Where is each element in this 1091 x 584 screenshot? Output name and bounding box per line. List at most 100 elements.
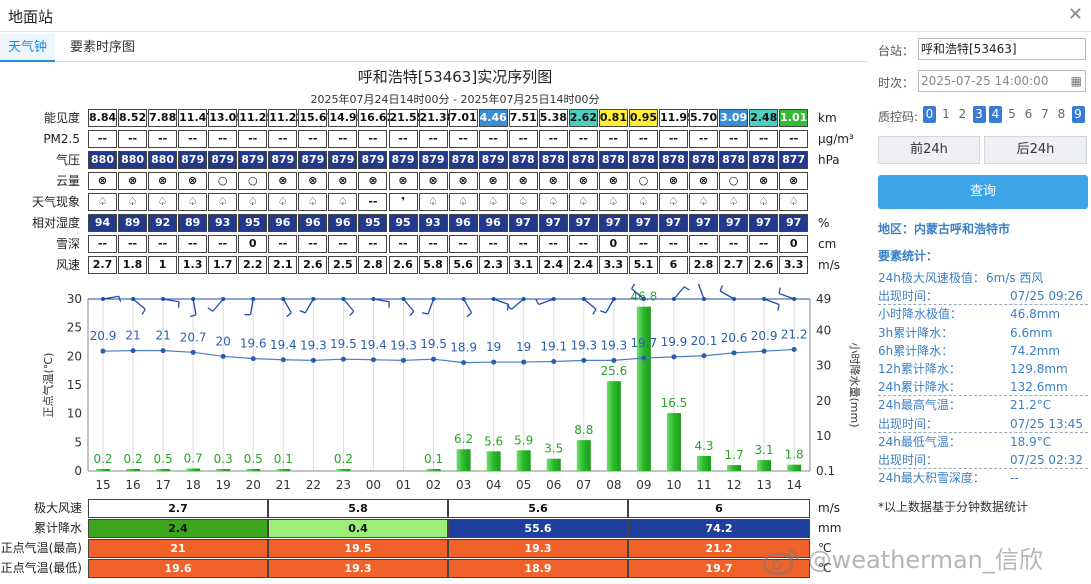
stat-key: 24h极大风速极值： xyxy=(878,271,985,285)
precip-label: 4.3 xyxy=(694,439,713,453)
qc-code-button[interactable]: 2 xyxy=(956,106,969,123)
stat-row: 出现时间： 07/25 13:45 xyxy=(878,415,1088,433)
time-input[interactable]: 2025-07-25 14:00:00 ▦ xyxy=(918,70,1086,92)
summary-unit: mm xyxy=(818,521,842,535)
grid-cell: 5.1 xyxy=(628,256,658,274)
tab-weather-clock[interactable]: 天气钟 xyxy=(0,34,56,62)
wind-point xyxy=(551,297,556,301)
summary-row: 正点气温(最高) 21 19.5 19.3 21.2 ℃ xyxy=(0,539,868,559)
stats-title: 要素统计： xyxy=(878,249,939,263)
x-tick-label: 04 xyxy=(486,478,501,492)
wind-barb xyxy=(778,292,795,300)
temperature-point xyxy=(250,356,256,362)
qc-code-button[interactable]: 7 xyxy=(1039,106,1052,123)
grid-cell: -- xyxy=(148,130,178,148)
precip-label: 1.8 xyxy=(785,448,804,462)
grid-cell: ⊗ xyxy=(388,172,418,190)
grid-cell: 2.6 xyxy=(388,256,418,274)
stat-key: 出现时间： xyxy=(878,416,939,431)
grid-row: 气压 880 880 880 879 879 879 879 879 879 879 879 879 87… xyxy=(0,150,868,170)
grid-cell: ⊗ xyxy=(658,172,688,190)
qc-code-button[interactable]: 8 xyxy=(1055,106,1068,123)
stats-footnote: *以上数据基于分钟数据统计 xyxy=(878,500,1029,514)
grid-cell: 2.7 xyxy=(88,256,117,274)
wind-barb-tick xyxy=(190,314,197,318)
temperature-point xyxy=(491,359,497,365)
precip-label: 0.1 xyxy=(424,452,443,466)
prev-24h-button[interactable]: 前24h xyxy=(878,136,980,164)
grid-cell: 15.67 xyxy=(298,109,334,127)
right-tick-label: 30 xyxy=(816,359,831,373)
qc-code-button[interactable]: 1 xyxy=(940,106,953,123)
wind-barb xyxy=(403,298,415,312)
temperature-label: 19.3 xyxy=(390,338,417,352)
precip-bar xyxy=(336,469,351,471)
sidebar: 台站： 呼和浩特[53463] 时次： 2025-07-25 14:00:00 … xyxy=(868,32,1091,584)
grid-cell: -- xyxy=(719,235,749,253)
grid-cell: 8.84 xyxy=(88,109,117,127)
grid-cell: 878 xyxy=(508,151,538,169)
row-label: PM2.5 xyxy=(43,132,80,146)
temperature-point xyxy=(130,348,136,354)
grid-cell: -- xyxy=(689,235,718,253)
precip-bar xyxy=(96,469,110,471)
wind-point xyxy=(431,297,436,301)
x-tick-label: 03 xyxy=(456,478,471,492)
grid-cell: 2.6 xyxy=(749,256,779,274)
grid-cell: ⊗ xyxy=(148,172,178,190)
calendar-icon[interactable]: ▦ xyxy=(1071,71,1082,91)
precip-bar xyxy=(216,469,231,471)
station-input[interactable]: 呼和浩特[53463] xyxy=(918,38,1086,60)
qc-code-button[interactable]: 3 xyxy=(972,106,986,123)
grid-cell: -- xyxy=(658,130,688,148)
qc-code-button[interactable]: 9 xyxy=(1071,106,1085,123)
grid-cell: -- xyxy=(208,235,238,253)
temperature-point xyxy=(611,357,617,363)
qc-code-button[interactable]: 0 xyxy=(923,106,936,123)
next-24h-button[interactable]: 后24h xyxy=(984,136,1087,164)
right-axis-title: 小时降水量(mm) xyxy=(848,342,862,427)
query-button[interactable]: 查询 xyxy=(878,175,1088,209)
stat-key: 出现时间： xyxy=(878,289,939,304)
precip-bar xyxy=(546,458,561,471)
precip-bar xyxy=(757,460,772,471)
grid-cell: 89 xyxy=(118,214,148,232)
grid-cell: 2.4 xyxy=(538,256,568,274)
grid-cell: ♤ xyxy=(118,193,148,211)
temperature-label: 20.7 xyxy=(180,330,207,344)
grid-cell: 878 xyxy=(628,151,658,169)
precip-label: 0.3 xyxy=(214,452,233,466)
qc-code-button[interactable]: 6 xyxy=(1022,106,1035,123)
watermark: @weatherman_信欣 xyxy=(762,540,1043,576)
grid-cell: ⊗ xyxy=(779,172,809,190)
grid-cell: -- xyxy=(779,130,809,148)
qc-code-button[interactable]: 4 xyxy=(989,106,1002,123)
grid-cell: -- xyxy=(568,130,598,148)
qc-code-button[interactable]: 5 xyxy=(1006,106,1019,123)
grid-cell: -- xyxy=(508,130,538,148)
left-tick-label: 0 xyxy=(74,464,82,478)
summary-row: 累计降水 2.4 0.4 55.6 74.2 mm xyxy=(0,519,868,539)
stat-value: 18.9°C xyxy=(1010,434,1052,449)
grid-cell: 97 xyxy=(689,214,718,232)
summary-row-label: 正点气温(最高) xyxy=(0,541,82,555)
summary-cell: 19.5 xyxy=(268,539,448,558)
wind-barb xyxy=(463,298,473,314)
temperature-label: 18.9 xyxy=(450,341,477,355)
grid-cell: 96 xyxy=(448,214,478,232)
x-tick-label: 08 xyxy=(606,478,621,492)
grid-cell: 880 xyxy=(118,151,148,169)
wind-barb-tick xyxy=(118,296,122,303)
wind-point xyxy=(461,297,466,301)
x-tick-label: 16 xyxy=(125,478,140,492)
right-tick-label: 20 xyxy=(816,394,831,408)
grid-cell: ♤ xyxy=(538,193,568,211)
tab-time-series[interactable]: 要素时序图 xyxy=(62,34,143,62)
area-text: 地区：内蒙古呼和浩特市 xyxy=(878,222,1011,236)
close-icon[interactable]: ✕ xyxy=(1068,4,1083,25)
summary-row: 极大风速 2.7 5.8 5.6 6 m/s xyxy=(0,499,868,519)
temperature-label: 19.3 xyxy=(600,338,627,352)
row-unit: % xyxy=(818,216,830,230)
grid-cell: 2.1 xyxy=(268,256,298,274)
grid-cell: 97 xyxy=(658,214,688,232)
